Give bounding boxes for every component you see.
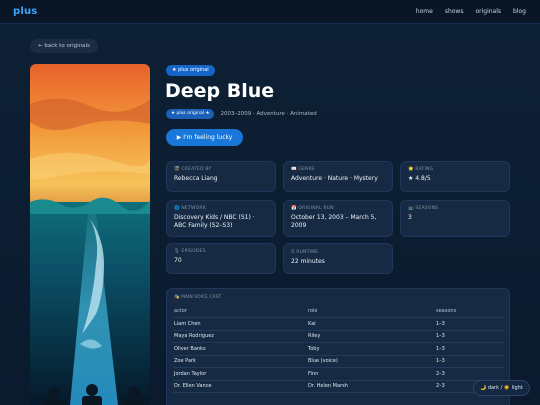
episodes-value: 70	[174, 257, 182, 264]
cast-actor: Liam Chen	[173, 317, 307, 331]
nav-shows-link[interactable]: shows	[445, 8, 464, 15]
network-card: 🌐 NETWORK Discovery Kids / NBC (S1) · AB…	[166, 200, 276, 237]
episodes-card: 🎙 EPISODES 70	[166, 243, 276, 274]
top-navigation: plus home shows originals blog	[0, 0, 540, 24]
cast-seasons: 1–3	[435, 317, 504, 331]
episodes-label: 🎙 EPISODES	[174, 249, 206, 254]
genre-value: Adventure · Nature · Mystery	[291, 175, 378, 182]
nav-blog-link[interactable]: blog	[513, 8, 526, 15]
created-by-card: 🎬 CREATED BY Rebecca Liang	[166, 161, 276, 192]
genre-label: 📖 GENRE	[291, 167, 316, 172]
cast-actor: Dr. Ellen Vance	[173, 380, 307, 393]
show-subtitle-row: ★ plus original ★ 2003–2009 · Adventure …	[166, 109, 317, 119]
brand-logo[interactable]: plus	[13, 6, 37, 17]
table-header-row: actor role seasons	[173, 305, 504, 318]
table-row: Oliver Banks Toby 1–3	[173, 342, 504, 356]
cast-role: Dr. Helen Marsh	[307, 380, 435, 393]
original-run-value: October 13, 2003 – March 5, 2009	[291, 214, 377, 229]
rating-label: ⭐ RATING	[408, 167, 434, 172]
runtime-label: ⏱ RUNTIME	[291, 250, 319, 255]
table-row: Liam Chen Kai 1–3	[173, 317, 504, 331]
cast-actor: Oliver Banks	[173, 342, 307, 356]
cast-actor: Maya Rodriguez	[173, 330, 307, 343]
plus-original-badge: ★ plus original ★	[166, 109, 215, 119]
cast-role: Kai	[307, 317, 435, 331]
seasons-label: 📺 SEASONS	[408, 206, 439, 211]
rating-value: ★ 4.8/5	[408, 175, 431, 182]
col-actor-header: actor	[173, 305, 307, 318]
theme-toggle-button[interactable]: 🌙 dark / ☀️ light	[473, 380, 530, 396]
cast-role: Blue (voice)	[307, 355, 435, 368]
cast-actor: Jordan Taylor	[173, 367, 307, 381]
cast-role: Toby	[307, 342, 435, 356]
original-run-card: 📅 ORIGINAL RUN October 13, 2003 – March …	[283, 200, 393, 237]
nav-originals-link[interactable]: originals	[475, 8, 501, 15]
voice-cast-table: actor role seasons Liam Chen Kai 1–3 May…	[173, 305, 504, 393]
created-by-label: 🎬 CREATED BY	[174, 167, 212, 172]
cast-seasons: 2–3	[435, 367, 504, 381]
voice-cast-panel: 🎭 MAIN VOICE CAST actor role seasons Lia…	[166, 288, 510, 405]
nav-home-link[interactable]: home	[416, 8, 433, 15]
seasons-value: 3	[408, 214, 412, 221]
col-seasons-header: seasons	[435, 305, 504, 318]
runtime-value: 22 minutes	[291, 258, 325, 265]
table-row: Jordan Taylor Finn 2–3	[173, 367, 504, 381]
rating-card: ⭐ RATING ★ 4.8/5	[400, 161, 510, 192]
original-run-label: 📅 ORIGINAL RUN	[291, 206, 334, 211]
cast-actor: Zoe Park	[173, 355, 307, 368]
runtime-card: ⏱ RUNTIME 22 minutes	[283, 243, 393, 274]
network-value: Discovery Kids / NBC (S1) · ABC Family (…	[174, 214, 255, 229]
plus-original-pill: ★ plus original	[166, 65, 215, 76]
feeling-lucky-button[interactable]: ▶ I'm feeling lucky	[166, 129, 243, 146]
cast-role: Finn	[307, 367, 435, 381]
nav-links: home shows originals blog	[416, 8, 526, 15]
cast-seasons: 1–3	[435, 330, 504, 343]
seasons-card: 📺 SEASONS 3	[400, 200, 510, 237]
network-label: 🌐 NETWORK	[174, 206, 206, 211]
cast-seasons: 1–3	[435, 355, 504, 368]
back-to-originals-button[interactable]: ← back to originals	[30, 39, 98, 53]
show-title: Deep Blue	[165, 80, 275, 102]
col-role-header: role	[307, 305, 435, 318]
cast-role: Riley	[307, 330, 435, 343]
genre-card: 📖 GENRE Adventure · Nature · Mystery	[283, 161, 393, 192]
table-row: Dr. Ellen Vance Dr. Helen Marsh 2–3	[173, 380, 504, 393]
show-poster-image	[30, 64, 150, 405]
table-row: Zoe Park Blue (voice) 1–3	[173, 355, 504, 368]
table-row: Maya Rodriguez Riley 1–3	[173, 330, 504, 343]
created-by-value: Rebecca Liang	[174, 175, 218, 182]
cast-seasons: 1–3	[435, 342, 504, 356]
voice-cast-label: 🎭 MAIN VOICE CAST	[174, 295, 222, 300]
show-meta: 2003–2009 · Adventure · Animated	[220, 111, 317, 117]
